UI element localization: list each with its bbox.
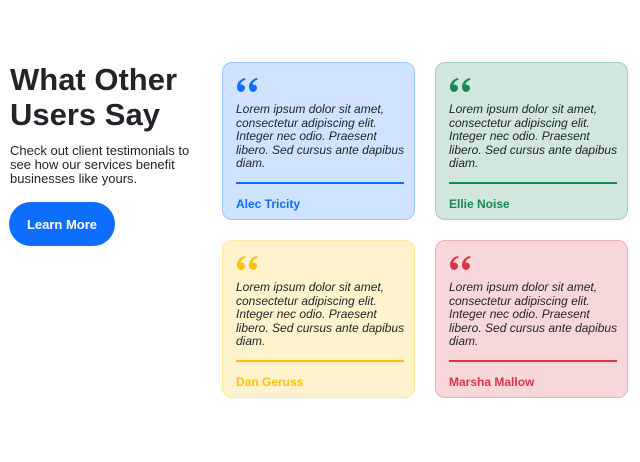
- quote-icon: [237, 256, 258, 270]
- quote-icon: [450, 78, 471, 92]
- testimonial-author: Alec Tricity: [236, 197, 301, 211]
- divider: [236, 360, 404, 362]
- page-title: What Other Users Say: [10, 62, 178, 132]
- testimonial-card-green: Lorem ipsum dolor sit amet, consectetur …: [435, 62, 628, 220]
- testimonial-author: Marsha Mallow: [449, 375, 535, 389]
- testimonial-author: Dan Geruss: [236, 375, 304, 389]
- intro-description: Check out client testimonials to see how…: [10, 143, 190, 186]
- testimonial-text: Lorem ipsum dolor sit amet, consectetur …: [449, 280, 618, 348]
- quote-icon: [237, 78, 258, 92]
- learn-more-button[interactable]: Learn More: [9, 202, 115, 246]
- testimonial-text: Lorem ipsum dolor sit amet, consectetur …: [236, 280, 405, 348]
- quote-icon: [450, 256, 471, 270]
- testimonial-card-yellow: Lorem ipsum dolor sit amet, consectetur …: [222, 240, 415, 398]
- testimonial-text: Lorem ipsum dolor sit amet, consectetur …: [449, 102, 618, 170]
- divider: [449, 182, 617, 184]
- divider: [449, 360, 617, 362]
- testimonial-card-red: Lorem ipsum dolor sit amet, consectetur …: [435, 240, 628, 398]
- testimonial-text: Lorem ipsum dolor sit amet, consectetur …: [236, 102, 405, 170]
- testimonial-author: Ellie Noise: [449, 197, 510, 211]
- testimonial-card-blue: Lorem ipsum dolor sit amet, consectetur …: [222, 62, 415, 220]
- divider: [236, 182, 404, 184]
- intro-section: What Other Users Say Check out client te…: [10, 62, 200, 186]
